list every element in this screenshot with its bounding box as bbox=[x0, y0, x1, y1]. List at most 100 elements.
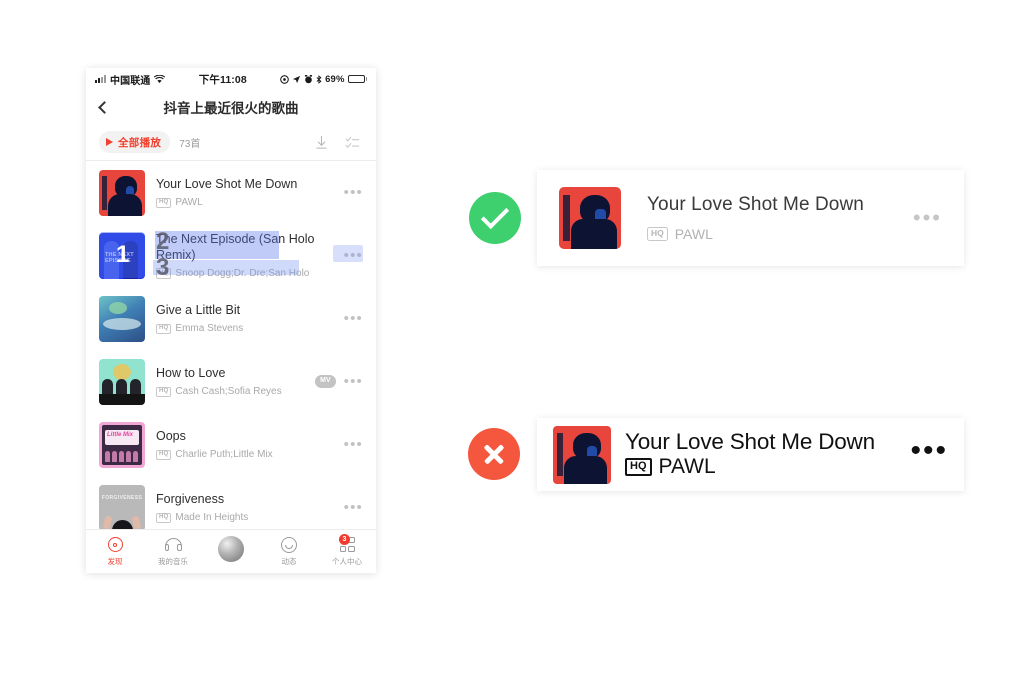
song-meta: Oops HQ Charlie Puth;Little Mix bbox=[145, 428, 338, 460]
more-dots-icon[interactable]: ••• bbox=[344, 311, 363, 326]
more-dots-icon[interactable]: ••• bbox=[913, 207, 942, 229]
smiley-icon bbox=[281, 536, 297, 553]
song-row-actions: ••• bbox=[338, 185, 363, 200]
song-row-actions: ••• bbox=[338, 437, 363, 452]
song-meta: Your Love Shot Me Down HQ PAWL bbox=[621, 194, 913, 242]
song-title: Your Love Shot Me Down bbox=[156, 176, 298, 191]
song-artist: Cash Cash;Sofia Reyes bbox=[175, 386, 282, 398]
song-subtitle: HQ PAWL bbox=[625, 455, 910, 479]
song-row[interactable]: Your Love Shot Me Down HQ PAWL ••• bbox=[86, 161, 376, 224]
nav-bar: 抖音上最近很火的歌曲 bbox=[86, 90, 376, 124]
song-row[interactable]: Little Mix Oops HQ Charlie Puth;Little M… bbox=[86, 413, 376, 476]
album-art: FORGIVENESS bbox=[99, 484, 145, 531]
multi-select-icon bbox=[345, 136, 359, 148]
selection-highlight-artist bbox=[153, 260, 299, 275]
good-example-card: Your Love Shot Me Down HQ PAWL ••• bbox=[537, 170, 964, 266]
song-subtitle: HQ Cash Cash;Sofia Reyes bbox=[156, 386, 309, 397]
status-bar-right: 69% bbox=[280, 74, 367, 85]
status-bar: 中国联通 下午11:08 69% bbox=[86, 68, 376, 90]
song-artist: PAWL bbox=[175, 197, 203, 209]
download-button[interactable] bbox=[310, 131, 332, 153]
selection-highlight-title bbox=[155, 231, 279, 259]
tab-moments[interactable]: 动态 bbox=[260, 536, 318, 567]
annotation-marker-2: 2 bbox=[156, 228, 170, 255]
tab-label: 发现 bbox=[107, 557, 123, 566]
play-all-button[interactable]: 全部播放 bbox=[99, 131, 171, 153]
hq-badge: HQ bbox=[625, 457, 652, 476]
song-subtitle: HQ PAWL bbox=[647, 226, 913, 242]
album-art: Little Mix bbox=[99, 421, 145, 468]
screenshot-root: 中国联通 下午11:08 69% 抖音上最近很火的歌曲 全部播放 73首 You… bbox=[0, 0, 1024, 674]
song-subtitle: HQ Charlie Puth;Little Mix bbox=[156, 449, 338, 460]
hq-badge: HQ bbox=[156, 386, 172, 398]
play-all-label: 全部播放 bbox=[118, 136, 162, 149]
back-chevron-icon bbox=[98, 100, 111, 114]
album-art bbox=[553, 425, 611, 484]
play-icon bbox=[106, 138, 113, 146]
song-row-actions: ••• bbox=[338, 311, 363, 326]
song-artist: Charlie Puth;Little Mix bbox=[175, 449, 273, 461]
tab-label: 个人中心 bbox=[332, 557, 362, 566]
x-circle-icon bbox=[468, 428, 520, 480]
battery-icon bbox=[347, 74, 367, 84]
song-artist: Emma Stevens bbox=[175, 323, 244, 335]
song-meta: Forgiveness HQ Made In Heights bbox=[145, 491, 338, 523]
album-art bbox=[99, 295, 145, 342]
carrier-label: 中国联通 bbox=[110, 75, 151, 87]
mv-badge[interactable]: MV bbox=[315, 375, 336, 388]
annotation-marker-1: 1 bbox=[116, 241, 130, 268]
song-title: Oops bbox=[156, 428, 186, 443]
battery-percent: 69% bbox=[325, 73, 345, 85]
song-meta: Your Love Shot Me Down HQ PAWL bbox=[611, 430, 910, 479]
tab-profile[interactable]: 个人中心 3 bbox=[318, 534, 376, 567]
song-count-label: 73首 bbox=[179, 138, 201, 150]
hq-badge: HQ bbox=[156, 512, 172, 524]
tab-label: 动态 bbox=[281, 557, 297, 566]
tab-label: 我的音乐 bbox=[158, 557, 188, 566]
song-row[interactable]: Give a Little Bit HQ Emma Stevens ••• bbox=[86, 287, 376, 350]
song-row[interactable]: THE NEXT EPISODE The Next Episode (San Ho… bbox=[86, 224, 376, 287]
back-button[interactable] bbox=[86, 100, 120, 114]
more-dots-icon[interactable]: ••• bbox=[344, 437, 363, 452]
album-art bbox=[559, 187, 621, 249]
song-row[interactable]: How to Love HQ Cash Cash;Sofia Reyes MV … bbox=[86, 350, 376, 413]
wifi-icon bbox=[154, 74, 166, 83]
location-icon bbox=[280, 74, 289, 84]
signal-bars-icon bbox=[95, 75, 106, 83]
avatar-icon bbox=[218, 535, 244, 562]
song-list: Your Love Shot Me Down HQ PAWL ••• THE N… bbox=[86, 161, 376, 539]
status-bar-left: 中国联通 bbox=[95, 72, 166, 87]
more-dots-icon[interactable]: ••• bbox=[344, 374, 363, 389]
song-artist: PAWL bbox=[658, 454, 716, 478]
hq-badge: HQ bbox=[156, 323, 172, 335]
album-art-label: FORGIVENESS bbox=[101, 494, 143, 501]
bad-example-card: Your Love Shot Me Down HQ PAWL ••• bbox=[537, 418, 964, 491]
song-subtitle: HQ PAWL bbox=[156, 197, 338, 208]
album-art bbox=[99, 358, 145, 405]
song-title: How to Love bbox=[156, 365, 226, 380]
tab-player[interactable] bbox=[202, 535, 260, 562]
alarm-icon bbox=[305, 74, 313, 83]
album-art bbox=[99, 169, 145, 216]
multi-select-button[interactable] bbox=[341, 131, 363, 153]
song-title: Your Love Shot Me Down bbox=[625, 429, 875, 455]
song-row-actions: ••• bbox=[338, 500, 363, 515]
headphones-icon bbox=[164, 536, 182, 553]
status-time: 下午11:08 bbox=[198, 73, 247, 86]
bluetooth-icon bbox=[316, 74, 322, 84]
download-icon bbox=[315, 135, 327, 149]
song-artist: PAWL bbox=[674, 226, 713, 242]
song-row-actions: MV ••• bbox=[309, 374, 363, 389]
tab-my-music[interactable]: 我的音乐 bbox=[144, 536, 202, 567]
song-meta: Give a Little Bit HQ Emma Stevens bbox=[145, 302, 338, 335]
more-dots-icon[interactable]: ••• bbox=[344, 185, 363, 200]
more-dots-icon[interactable]: ••• bbox=[910, 435, 948, 466]
tab-discover[interactable]: 发现 bbox=[86, 536, 144, 567]
song-title: Forgiveness bbox=[156, 491, 225, 506]
selection-highlight-more bbox=[333, 245, 363, 262]
more-dots-icon[interactable]: ••• bbox=[344, 500, 363, 515]
song-title: Give a Little Bit bbox=[156, 302, 241, 317]
annotation-marker-3: 3 bbox=[156, 254, 170, 281]
song-artist: Made In Heights bbox=[175, 512, 249, 524]
song-subtitle: HQ Made In Heights bbox=[156, 512, 338, 523]
